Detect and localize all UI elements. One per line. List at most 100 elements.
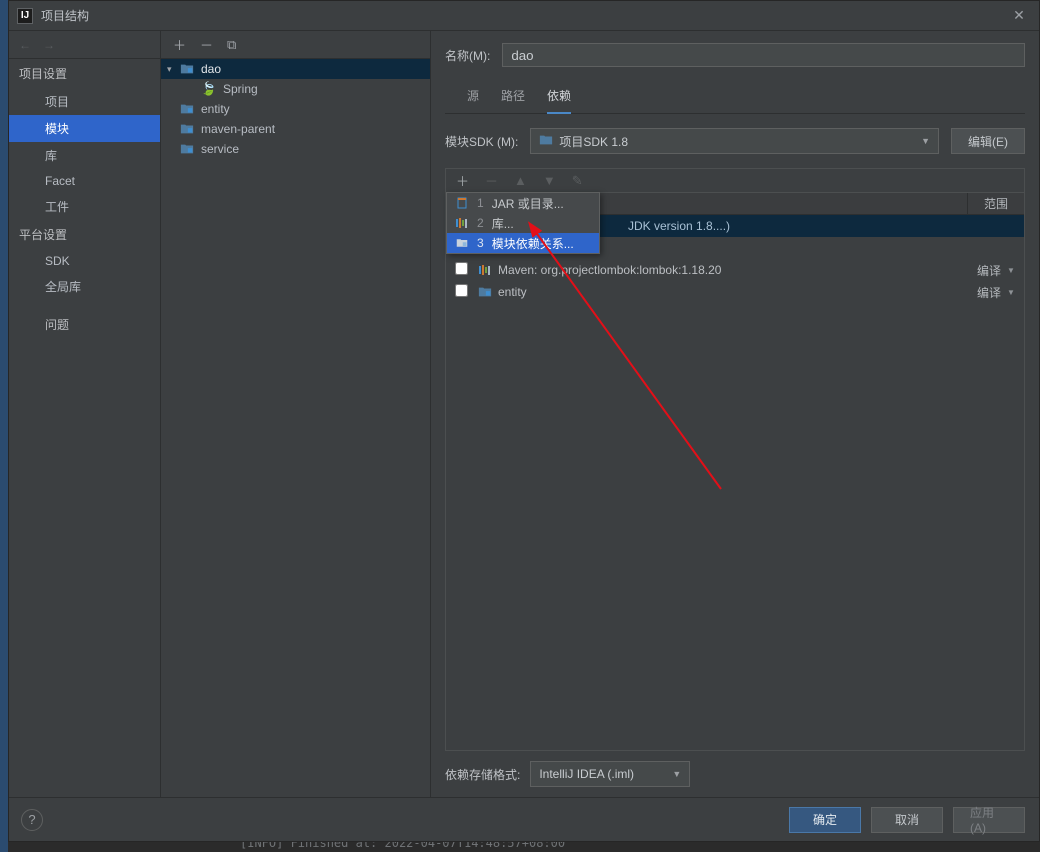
module-folder-icon	[179, 121, 195, 137]
spring-icon: 🍃	[201, 81, 217, 97]
app-icon: IJ	[17, 8, 33, 24]
library-icon	[455, 218, 469, 228]
nav-global-libs[interactable]: 全局库	[9, 273, 160, 300]
popup-shortcut: 3	[477, 236, 484, 250]
storage-label: 依赖存储格式:	[445, 766, 520, 783]
tree-label: service	[201, 142, 239, 156]
window-title: 项目结构	[41, 7, 1007, 24]
dialog-body: ← → 项目设置 项目 模块 库 Facet 工件 平台设置 SDK 全局库 问…	[9, 31, 1039, 797]
popup-item-module-dep[interactable]: 3 模块依赖关系...	[447, 233, 599, 253]
export-checkbox[interactable]	[455, 262, 468, 275]
apply-button[interactable]: 应用(A)	[953, 807, 1025, 833]
terminal-output: [INFO] Finished at: 2022-04-07T14:48:57+…	[8, 842, 1040, 852]
category-panel: ← → 项目设置 项目 模块 库 Facet 工件 平台设置 SDK 全局库 问…	[9, 31, 161, 797]
chevron-down-icon: ▼	[672, 769, 681, 779]
nav-sdks[interactable]: SDK	[9, 249, 160, 273]
background-strip	[0, 0, 8, 852]
popup-label: 模块依赖关系...	[492, 235, 574, 252]
section-project-settings: 项目设置	[9, 59, 160, 88]
dialog-footer: ? 确定 取消 应用(A)	[9, 797, 1039, 841]
library-icon	[476, 265, 494, 275]
col-scope: 范围	[968, 193, 1024, 214]
storage-value: IntelliJ IDEA (.iml)	[539, 767, 664, 781]
dep-label: entity	[498, 285, 968, 299]
module-folder-icon	[179, 61, 195, 77]
popup-item-jar[interactable]: 1 JAR 或目录...	[447, 193, 599, 213]
sdk-value: 项目SDK 1.8	[559, 133, 628, 150]
dep-label: Maven: org.projectlombok:lombok:1.18.20	[498, 263, 968, 277]
nav-project[interactable]: 项目	[9, 88, 160, 115]
module-tabs: 源 路径 依赖	[445, 81, 1025, 114]
help-icon[interactable]: ?	[21, 809, 43, 831]
module-folder-icon	[455, 237, 469, 249]
dep-scope-combo[interactable]: 编译 ▼	[968, 284, 1024, 301]
tree-node-spring[interactable]: 🍃 Spring	[161, 79, 430, 99]
tab-paths[interactable]: 路径	[501, 87, 525, 113]
edit-sdk-button[interactable]: 编辑(E)	[951, 128, 1025, 154]
module-details-panel: 名称(M): 源 路径 依赖 模块SDK (M): 项目SDK 1.8	[431, 31, 1039, 797]
jar-icon	[455, 197, 469, 209]
tree-label: entity	[201, 102, 230, 116]
edit-dependency-icon[interactable]: ✎	[572, 173, 583, 189]
name-label: 名称(M):	[445, 47, 490, 64]
tree-toolbar: ＋ － ⧉	[161, 31, 430, 59]
popup-shortcut: 2	[477, 216, 484, 230]
move-up-icon[interactable]: ▲	[514, 173, 527, 188]
remove-icon[interactable]: －	[200, 35, 213, 54]
storage-format-row: 依赖存储格式: IntelliJ IDEA (.iml) ▼	[445, 761, 1025, 787]
dep-scope-combo[interactable]: 编译 ▼	[968, 262, 1024, 279]
forward-icon[interactable]: →	[43, 38, 55, 52]
tab-sources[interactable]: 源	[467, 87, 479, 113]
storage-format-combo[interactable]: IntelliJ IDEA (.iml) ▼	[530, 761, 690, 787]
ok-button[interactable]: 确定	[789, 807, 861, 833]
tree-node-entity[interactable]: entity	[161, 99, 430, 119]
history-nav: ← →	[9, 31, 160, 59]
nav-facets[interactable]: Facet	[9, 169, 160, 193]
remove-dependency-icon[interactable]: －	[485, 171, 498, 190]
titlebar[interactable]: IJ 项目结构 ✕	[9, 1, 1039, 31]
module-name-input[interactable]	[502, 43, 1025, 67]
export-checkbox[interactable]	[455, 284, 468, 297]
add-dependency-icon[interactable]: ＋	[456, 171, 469, 190]
module-folder-icon	[179, 101, 195, 117]
dependency-table[interactable]: 范围 JDK version 1.8....) Mav	[445, 192, 1025, 751]
chevron-down-icon: ▼	[1007, 288, 1015, 297]
tree-label: Spring	[223, 82, 258, 96]
module-folder-icon	[179, 141, 195, 157]
section-platform-settings: 平台设置	[9, 220, 160, 249]
nav-problems[interactable]: 问题	[9, 310, 160, 339]
move-down-icon[interactable]: ▼	[543, 173, 556, 188]
module-tree[interactable]: ▾ dao 🍃 Spring entity	[161, 59, 430, 797]
chevron-down-icon: ▼	[921, 136, 930, 146]
dep-toolbar: ＋ － ▲ ▼ ✎ 1 JAR 或目录...	[445, 168, 1025, 192]
module-folder-icon	[476, 285, 494, 299]
tree-label: maven-parent	[201, 122, 275, 136]
close-icon[interactable]: ✕	[1007, 7, 1031, 24]
folder-icon	[539, 133, 553, 150]
dependencies-panel: ＋ － ▲ ▼ ✎ 1 JAR 或目录...	[445, 168, 1025, 787]
project-structure-dialog: IJ 项目结构 ✕ ← → 项目设置 项目 模块 库 Facet 工件 平台设置…	[8, 0, 1040, 842]
chevron-down-icon: ▼	[1007, 266, 1015, 275]
sdk-label: 模块SDK (M):	[445, 133, 518, 150]
add-dependency-popup: 1 JAR 或目录... 2 库...	[446, 192, 600, 254]
module-tree-panel: ＋ － ⧉ ▾ dao 🍃 Spring	[161, 31, 431, 797]
module-sdk-combo[interactable]: 项目SDK 1.8 ▼	[530, 128, 939, 154]
copy-icon[interactable]: ⧉	[227, 37, 236, 53]
tab-dependencies[interactable]: 依赖	[547, 87, 571, 114]
tree-node-dao[interactable]: ▾ dao	[161, 59, 430, 79]
tree-node-service[interactable]: service	[161, 139, 430, 159]
dep-row-lombok[interactable]: Maven: org.projectlombok:lombok:1.18.20 …	[446, 259, 1024, 281]
cancel-button[interactable]: 取消	[871, 807, 943, 833]
tree-label: dao	[201, 62, 221, 76]
popup-label: 库...	[492, 215, 514, 232]
popup-item-library[interactable]: 2 库...	[447, 213, 599, 233]
nav-artifacts[interactable]: 工件	[9, 193, 160, 220]
chevron-down-icon[interactable]: ▾	[167, 64, 179, 75]
back-icon[interactable]: ←	[19, 38, 31, 52]
popup-label: JAR 或目录...	[492, 195, 564, 212]
nav-modules[interactable]: 模块	[9, 115, 160, 142]
add-icon[interactable]: ＋	[173, 35, 186, 54]
tree-node-maven-parent[interactable]: maven-parent	[161, 119, 430, 139]
dep-row-entity[interactable]: entity 编译 ▼	[446, 281, 1024, 303]
nav-libraries[interactable]: 库	[9, 142, 160, 169]
